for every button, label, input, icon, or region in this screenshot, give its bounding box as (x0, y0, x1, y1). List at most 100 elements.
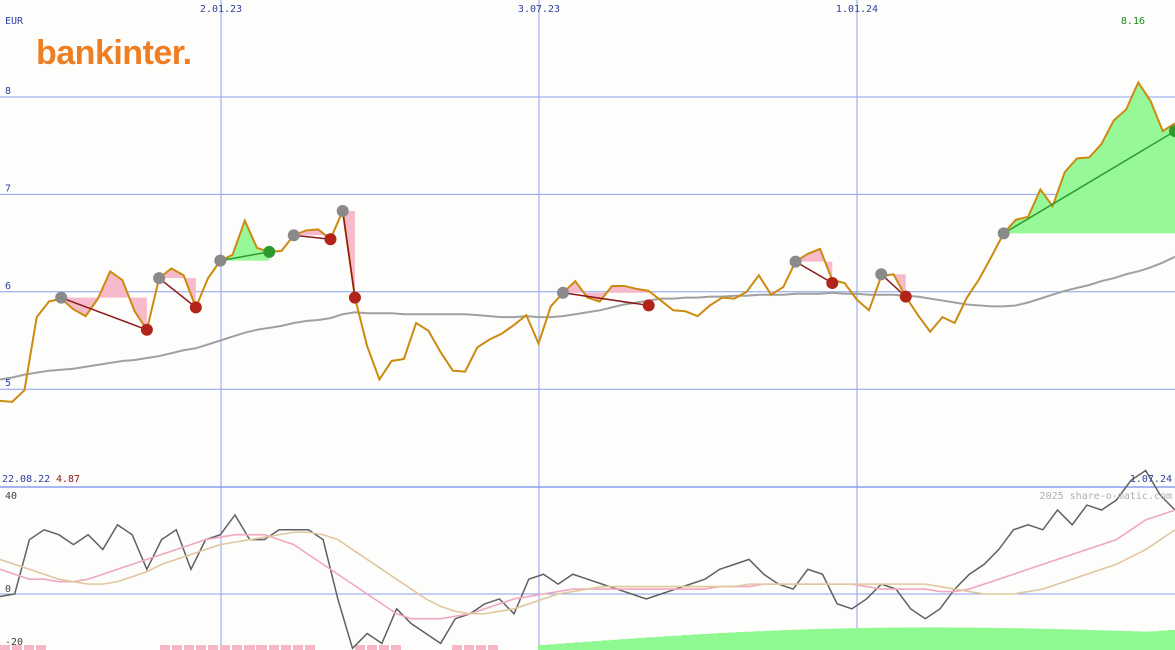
date-end-label: 1.07.24 (1130, 474, 1172, 485)
osc-y-tick-label: -20 (5, 637, 23, 648)
osc-y-tick-label: 40 (5, 491, 17, 502)
volume-bar-gain (592, 641, 601, 650)
volume-bar-gain (1132, 631, 1141, 650)
volume-bar-loss (281, 645, 291, 650)
volume-bar-gain (1033, 628, 1042, 650)
volume-bar-gain (745, 631, 754, 650)
volume-bar-gain (574, 642, 583, 650)
volume-bar-gain (1042, 628, 1051, 650)
volume-bar-loss (36, 645, 46, 650)
volume-bar-gain (1141, 631, 1150, 650)
volume-bar-gain (1168, 629, 1175, 650)
volume-bar-gain (961, 627, 970, 650)
buy-marker-7 (875, 268, 888, 281)
volume-bar-loss (245, 645, 255, 650)
volume-bar-gain (970, 627, 979, 650)
volume-bar-gain (1123, 631, 1132, 650)
volume-bar-gain (826, 628, 835, 650)
buy-marker-0 (55, 291, 68, 304)
volume-bar-gain (718, 633, 727, 650)
volume-bar-gain (862, 627, 871, 650)
y-tick-label: 8 (5, 86, 11, 97)
volume-bar-loss (269, 645, 279, 650)
buy-marker-4 (336, 204, 349, 217)
volume-bar-loss (488, 645, 498, 650)
volume-bar-gain (763, 630, 772, 650)
brand-logo: bankinter. (36, 34, 192, 72)
volume-bar-gain (628, 638, 637, 650)
copyright-label: 2025 share-o-matic.com (1040, 491, 1172, 502)
volume-bar-loss (305, 645, 315, 650)
volume-bar-gain (979, 627, 988, 650)
volume-bar-gain (547, 644, 556, 650)
volume-bar-loss (464, 645, 474, 650)
volume-bar-gain (925, 627, 934, 650)
volume-bar-gain (1006, 628, 1015, 650)
volume-bar-gain (889, 627, 898, 650)
volume-bar-gain (916, 627, 925, 650)
volume-bar-gain (610, 639, 619, 650)
volume-bar-gain (673, 635, 682, 650)
volume-bar-gain (781, 630, 790, 650)
y-tick-label: 6 (5, 281, 11, 292)
volume-bar-gain (664, 636, 673, 650)
buy-marker-2 (214, 254, 227, 267)
volume-bar-gain (556, 643, 565, 650)
volume-bar-gain (844, 628, 853, 650)
volume-bar-gain (988, 627, 997, 650)
volume-bar-loss (232, 645, 242, 650)
volume-bar-gain (1060, 629, 1069, 650)
volume-bar-gain (898, 627, 907, 650)
volume-bar-loss (379, 645, 389, 650)
stock-chart: EUR 8.16 22.08.22 4.87 1.07.24 2025 shar… (0, 0, 1175, 650)
volume-bar-gain (655, 636, 664, 650)
date-start-label: 22.08.22 (2, 474, 50, 485)
volume-bar-gain (1096, 630, 1105, 650)
volume-bar-gain (646, 637, 655, 650)
volume-bar-loss (208, 645, 218, 650)
volume-bar-gain (727, 632, 736, 650)
volume-bar-loss (184, 645, 194, 650)
volume-bar-gain (880, 627, 889, 650)
sell-marker-1 (189, 301, 202, 314)
last-value-label: 8.16 (1121, 16, 1145, 27)
volume-bar-gain (1024, 628, 1033, 650)
buy-marker-1 (153, 272, 166, 285)
volume-bar-loss (196, 645, 206, 650)
volume-bar-loss (172, 645, 182, 650)
volume-bar-gain (853, 628, 862, 650)
volume-bar-gain (817, 628, 826, 650)
volume-bar-loss (220, 645, 230, 650)
currency-label: EUR (5, 16, 24, 27)
volume-bar-gain (1087, 630, 1096, 650)
x-tick-label: 2.01.23 (200, 4, 242, 15)
buy-marker-6 (789, 255, 802, 268)
volume-bar-gain (934, 627, 943, 650)
volume-bar-loss (24, 645, 34, 650)
volume-bar-gain (1114, 630, 1123, 650)
volume-bar-gain (997, 627, 1006, 650)
volume-bar-loss (293, 645, 303, 650)
buy-marker-5 (557, 286, 570, 299)
buy-marker-3 (287, 229, 300, 242)
volume-bar-gain (943, 627, 952, 650)
volume-bar-gain (538, 645, 547, 650)
sell-marker-2 (263, 245, 276, 258)
volume-bar-gain (1150, 631, 1159, 650)
volume-bar-gain (1105, 630, 1114, 650)
volume-bar-gain (637, 637, 646, 650)
volume-bar-gain (1015, 628, 1024, 650)
volume-bar-gain (700, 633, 709, 650)
volume-bar-gain (736, 632, 745, 650)
volume-bar-loss (391, 645, 401, 650)
volume-bar-gain (799, 629, 808, 650)
volume-bar-gain (835, 628, 844, 650)
volume-bar-gain (1051, 629, 1060, 650)
volume-bar-gain (601, 640, 610, 650)
volume-bar-gain (790, 629, 799, 650)
osc-y-tick-label: 0 (5, 584, 11, 595)
volume-bar-gain (691, 634, 700, 650)
volume-bar-loss (257, 645, 267, 650)
sell-marker-3 (324, 233, 337, 246)
volume-bar-loss (452, 645, 462, 650)
